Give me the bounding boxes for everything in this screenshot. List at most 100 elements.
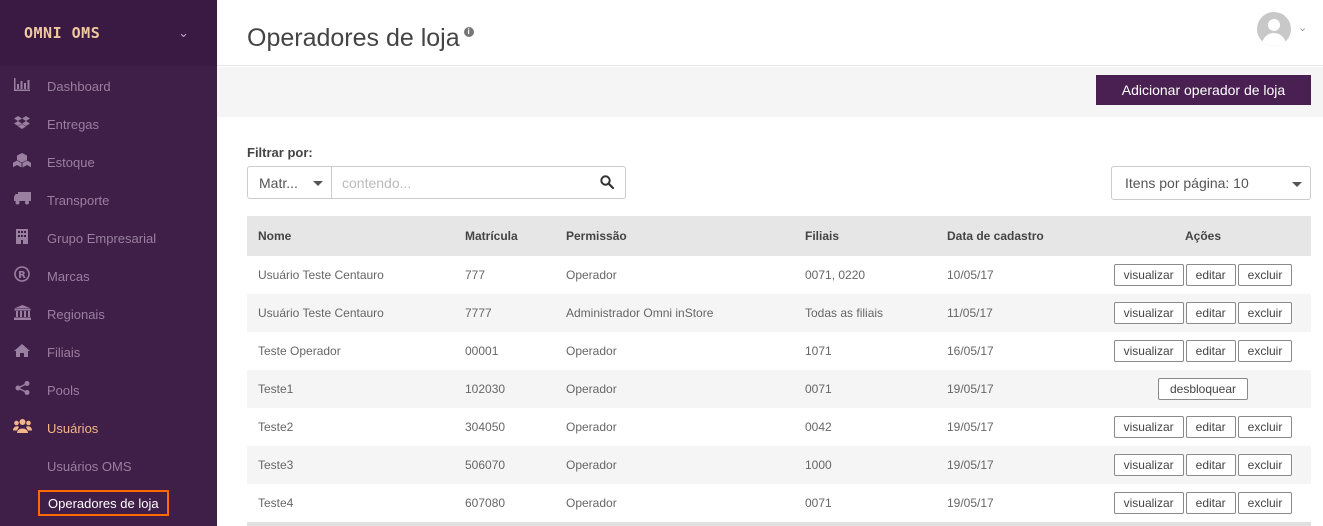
sidebar-item-label: Entregas [47, 116, 100, 132]
cell-matricula: 304050 [465, 420, 506, 434]
search-icon[interactable] [600, 175, 614, 189]
column-header-nome[interactable]: Nome [258, 229, 291, 243]
users-icon [11, 419, 33, 437]
items-per-page-value: Itens por página: 10 [1125, 175, 1249, 191]
cell-nome: Teste3 [258, 458, 294, 472]
table-bottom-edge [247, 522, 1311, 526]
cell-acoes: visualizar editar excluir [1111, 340, 1295, 362]
brand-name: OMNI OMS [24, 24, 101, 42]
table-row: Teste4 607080 Operador 0071 19/05/17 vis… [247, 484, 1311, 522]
view-button[interactable]: visualizar [1113, 264, 1184, 286]
truck-icon [11, 191, 33, 209]
items-per-page-select[interactable]: Itens por página: 10 [1111, 166, 1311, 200]
caret-down-icon [313, 181, 323, 186]
brand-bar[interactable]: OMNI OMS ⌄ [0, 0, 217, 66]
column-header-filiais[interactable]: Filiais [805, 229, 839, 243]
sidebar-item-transporte[interactable]: Transporte [0, 181, 217, 219]
view-button[interactable]: visualizar [1113, 454, 1184, 476]
cell-permissao: Operador [566, 382, 617, 396]
sidebar-item-label: Marcas [47, 268, 90, 284]
delete-button[interactable]: excluir [1237, 264, 1293, 286]
header: Operadores de loja i ⌄ [217, 0, 1323, 66]
sidebar-item-estoque[interactable]: Estoque [0, 143, 217, 181]
delete-button[interactable]: excluir [1237, 302, 1293, 324]
table-row: Teste3 506070 Operador 1000 19/05/17 vis… [247, 446, 1311, 484]
cell-matricula: 102030 [465, 382, 506, 396]
cell-nome: Teste2 [258, 420, 294, 434]
sidebar-item-marcas[interactable]: R Marcas [0, 257, 217, 295]
column-header-data-de-cadastro[interactable]: Data de cadastro [947, 229, 1044, 243]
column-header-permissao[interactable]: Permissão [566, 229, 627, 243]
filter-label: Filtrar por: [247, 145, 313, 160]
sidebar-item-label: Pools [47, 382, 80, 398]
cell-filiais: 0071, 0220 [805, 268, 866, 282]
chevron-down-icon[interactable]: ⌄ [1298, 21, 1307, 34]
delete-button[interactable]: excluir [1237, 454, 1293, 476]
table-row: Usuário Teste Centauro 7777 Administrado… [247, 294, 1311, 332]
sidebar-item-label: Usuários [47, 420, 99, 436]
sidebar-item-filiais[interactable]: Filiais [0, 333, 217, 371]
cell-matricula: 00001 [465, 344, 499, 358]
sidebar-item-grupo-empresarial[interactable]: Grupo Empresarial [0, 219, 217, 257]
chevron-down-icon[interactable]: ⌄ [178, 25, 189, 41]
sidebar-item-label: Transporte [47, 192, 110, 208]
sidebar-item-dashboard[interactable]: Dashboard [0, 67, 217, 105]
add-operator-button[interactable]: Adicionar operador de loja [1096, 75, 1311, 105]
view-button[interactable]: visualizar [1113, 416, 1184, 438]
edit-button[interactable]: editar [1185, 340, 1236, 362]
cell-nome: Teste1 [258, 382, 294, 396]
sidebar-item-pools[interactable]: Pools [0, 371, 217, 409]
delete-button[interactable]: excluir [1237, 416, 1293, 438]
cell-data: 10/05/17 [947, 268, 994, 282]
delete-button[interactable]: excluir [1237, 492, 1293, 514]
view-button[interactable]: visualizar [1113, 492, 1184, 514]
column-header-matricula[interactable]: Matrícula [465, 229, 518, 243]
edit-button[interactable]: editar [1185, 264, 1236, 286]
delete-button[interactable]: excluir [1237, 340, 1293, 362]
cell-data: 19/05/17 [947, 420, 994, 434]
sidebar-item-regionais[interactable]: Regionais [0, 295, 217, 333]
cell-acoes: visualizar editar excluir [1111, 492, 1295, 514]
sidebar-item-entregas[interactable]: Entregas [0, 105, 217, 143]
edit-button[interactable]: editar [1185, 454, 1236, 476]
caret-down-icon [1292, 182, 1302, 187]
view-button[interactable]: visualizar [1113, 302, 1184, 324]
info-icon[interactable]: i [463, 27, 474, 37]
page-title: Operadores de loja i [247, 24, 474, 53]
cell-filiais: 1000 [805, 458, 832, 472]
cell-acoes: visualizar editar excluir [1111, 454, 1295, 476]
sidebar-item-label: Filiais [47, 344, 81, 360]
cell-data: 19/05/17 [947, 496, 994, 510]
home-icon [11, 343, 33, 361]
edit-button[interactable]: editar [1185, 492, 1236, 514]
sidebar-item-usuarios[interactable]: Usuários [0, 409, 217, 447]
sidebar-item-label: Grupo Empresarial [47, 230, 157, 246]
filter-field-select[interactable]: Matr... [247, 166, 332, 199]
edit-button[interactable]: editar [1185, 302, 1236, 324]
cubes-icon [11, 152, 33, 172]
cell-filiais: 0071 [805, 496, 832, 510]
subnav-item-usuarios-oms[interactable]: Usuários OMS [47, 459, 132, 474]
unblock-button[interactable]: desbloquear [1157, 378, 1249, 400]
cell-acoes: visualizar editar excluir [1111, 416, 1295, 438]
cell-nome: Teste Operador [258, 344, 341, 358]
search-input[interactable] [331, 166, 626, 199]
cell-data: 19/05/17 [947, 458, 994, 472]
cell-nome: Usuário Teste Centauro [258, 268, 384, 282]
edit-button[interactable]: editar [1185, 416, 1236, 438]
cell-filiais: 1071 [805, 344, 832, 358]
view-button[interactable]: visualizar [1113, 340, 1184, 362]
cell-data: 19/05/17 [947, 382, 994, 396]
avatar[interactable] [1257, 12, 1291, 46]
cell-permissao: Operador [566, 496, 617, 510]
cell-data: 11/05/17 [947, 306, 993, 320]
cell-permissao: Operador [566, 420, 617, 434]
cell-nome: Usuário Teste Centauro [258, 306, 384, 320]
cell-data: 16/05/17 [947, 344, 994, 358]
subnav-item-operadores-de-loja[interactable]: Operadores de loja [38, 490, 169, 516]
svg-text:R: R [18, 270, 26, 281]
cell-acoes: desbloquear [1111, 378, 1295, 400]
bar-chart-icon [11, 77, 33, 95]
sidebar-item-label: Regionais [47, 306, 105, 322]
cell-permissao: Operador [566, 344, 617, 358]
